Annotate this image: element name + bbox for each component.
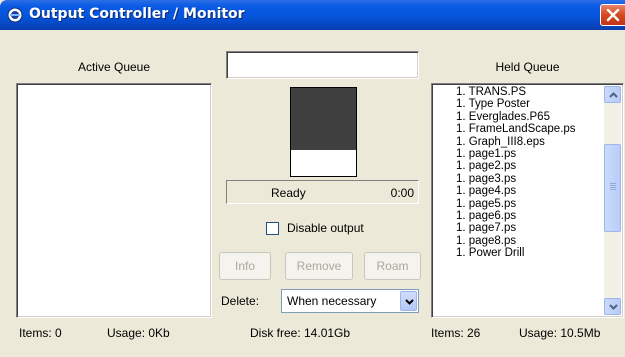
status-panel: Ready 0:00	[226, 180, 419, 204]
list-item[interactable]: 1. page4.ps	[456, 185, 606, 197]
info-button[interactable]: Info	[219, 252, 271, 280]
list-item[interactable]: 1. TRANS.PS	[456, 86, 606, 98]
job-name-field[interactable]	[226, 51, 419, 79]
list-item[interactable]: 1. Power Drill	[456, 247, 606, 259]
scroll-grip-icon	[610, 183, 616, 191]
delete-select[interactable]: When necessary	[281, 289, 419, 313]
active-items-count: Items: 0	[19, 326, 62, 340]
held-queue-header: Held Queue	[495, 60, 560, 74]
list-item[interactable]: 1. Everglades.P65	[456, 111, 606, 123]
disable-output-label[interactable]: Disable output	[287, 221, 364, 235]
list-item[interactable]: 1. page1.ps	[456, 148, 606, 160]
scroll-thumb[interactable]	[604, 144, 621, 232]
chevron-up-icon	[609, 92, 618, 98]
preview-progress-fill	[291, 88, 356, 150]
active-queue-header: Active Queue	[77, 60, 151, 74]
list-item[interactable]: 1. page2.ps	[456, 160, 606, 172]
close-button[interactable]	[600, 4, 625, 26]
dropdown-button[interactable]	[400, 291, 417, 311]
monitor-app-icon	[7, 7, 23, 23]
list-item[interactable]: 1. page8.ps	[456, 235, 606, 247]
delete-label: Delete:	[221, 294, 260, 308]
held-queue-items: 1. TRANS.PS 1. Type Poster 1. Everglades.P…	[456, 86, 606, 260]
active-queue-list[interactable]	[16, 83, 212, 318]
held-queue-list[interactable]: 1. TRANS.PS 1. Type Poster 1. Everglades.P…	[431, 83, 624, 318]
window-title: Output Controller / Monitor	[29, 6, 245, 22]
scroll-down-button[interactable]	[604, 298, 621, 315]
list-item[interactable]: 1. Type Poster	[456, 98, 606, 110]
roam-button[interactable]: Roam	[364, 252, 421, 280]
remove-button[interactable]: Remove	[285, 252, 353, 280]
list-item[interactable]: 1. page5.ps	[456, 198, 606, 210]
list-item[interactable]: 1. Graph_III8.eps	[456, 136, 606, 148]
page-preview	[290, 87, 357, 177]
delete-select-value: When necessary	[287, 294, 377, 308]
disk-free: Disk free: 14.01Gb	[250, 326, 351, 340]
chevron-down-icon	[405, 299, 414, 305]
list-item[interactable]: 1. page6.ps	[456, 210, 606, 222]
held-queue-scrollbar[interactable]	[604, 86, 621, 315]
held-usage: Usage: 10.5Mb	[519, 326, 601, 340]
chevron-down-icon	[609, 304, 618, 310]
title-bar[interactable]: Output Controller / Monitor	[0, 0, 625, 30]
close-icon	[606, 9, 620, 22]
held-items-count: Items: 26	[431, 326, 481, 340]
list-item[interactable]: 1. page3.ps	[456, 173, 606, 185]
list-item[interactable]: 1. FrameLandScape.ps	[456, 123, 606, 135]
list-item[interactable]: 1. page7.ps	[456, 222, 606, 234]
active-usage: Usage: 0Kb	[107, 326, 170, 340]
output-controller-window: Output Controller / Monitor Active Queue…	[0, 0, 625, 357]
status-time: 0:00	[390, 186, 414, 200]
disable-output-checkbox[interactable]	[266, 222, 279, 235]
status-text: Ready	[271, 186, 306, 200]
scroll-up-button[interactable]	[604, 86, 621, 103]
